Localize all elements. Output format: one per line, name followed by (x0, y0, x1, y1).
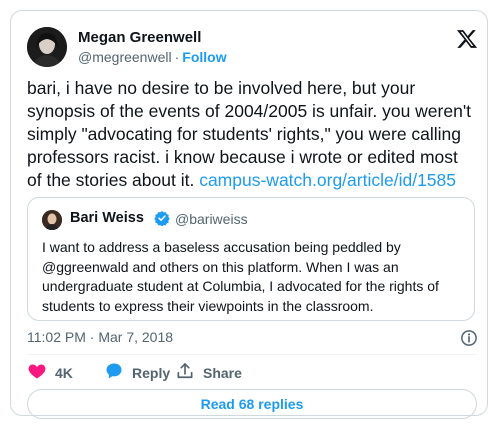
x-logo-icon[interactable] (456, 28, 478, 50)
verified-badge-icon (154, 210, 170, 227)
tweet-timestamp[interactable]: 11:02 PM · Mar 7, 2018 (27, 329, 173, 345)
heart-icon (27, 361, 47, 386)
avatar[interactable] (27, 27, 67, 67)
author-name[interactable]: Megan Greenwell (78, 29, 201, 46)
read-replies-button[interactable]: Read 68 replies (27, 389, 477, 419)
info-icon[interactable] (460, 329, 478, 347)
like-count: 4K (55, 365, 73, 381)
quoted-author-name: Bari Weiss (70, 210, 144, 226)
share-label: Share (203, 365, 242, 381)
quoted-avatar (42, 210, 62, 230)
follow-button[interactable]: Follow (182, 49, 226, 65)
like-button[interactable]: 4K (27, 363, 73, 383)
tweet-card: Megan Greenwell @megreenwell · Follow bari… (10, 10, 488, 419)
divider (27, 354, 477, 355)
separator-dot: · (174, 49, 180, 65)
author-meta: @megreenwell · Follow (78, 49, 227, 65)
read-replies-label: Read 68 replies (200, 396, 304, 412)
reply-bubble-icon (104, 361, 124, 386)
quoted-author-handle: @bariweiss (175, 211, 248, 227)
reply-label: Reply (132, 365, 171, 381)
tweet-text: bari, i have no desire to be involved he… (27, 77, 477, 192)
tweet-link[interactable]: campus-watch.org/article/id/1585 (199, 170, 456, 190)
share-icon (175, 361, 195, 386)
quoted-tweet[interactable]: Bari Weiss @bariweiss I want to address … (27, 197, 475, 321)
quoted-text: I want to address a baseless accusation … (42, 239, 439, 314)
share-button[interactable]: Share (175, 361, 242, 386)
author-handle[interactable]: @megreenwell (78, 49, 172, 65)
reply-button[interactable]: Reply (104, 363, 170, 383)
